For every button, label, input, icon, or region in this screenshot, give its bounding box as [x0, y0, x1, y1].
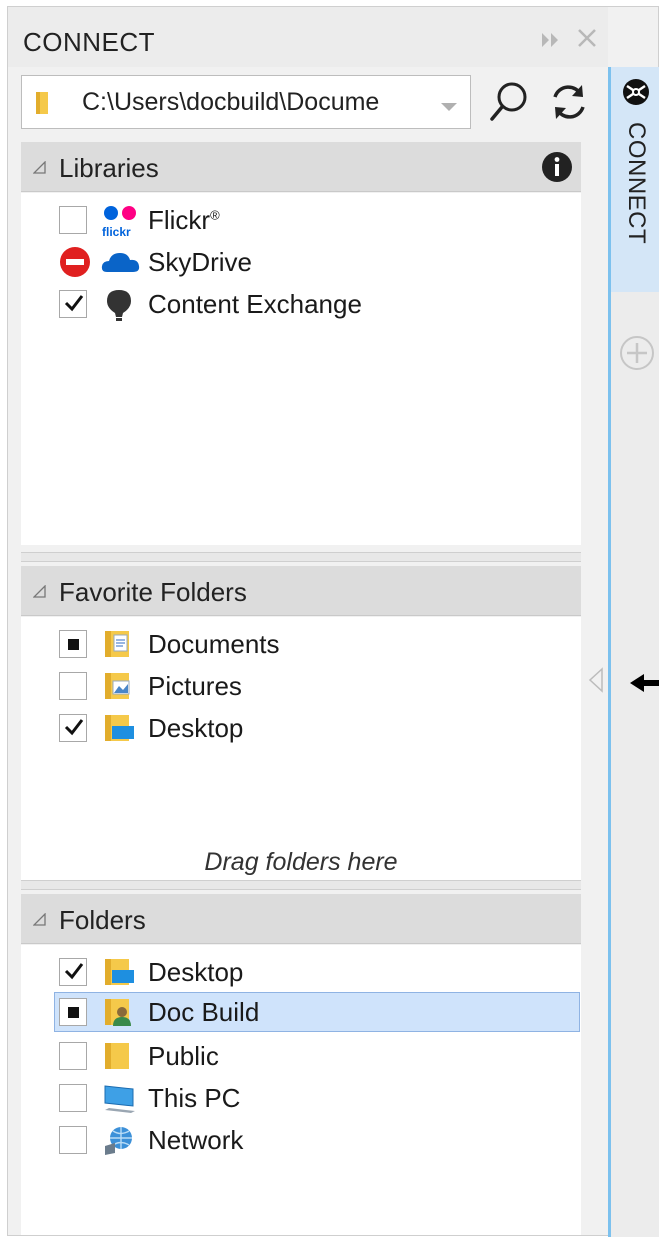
collapse-triangle-icon[interactable]	[32, 584, 47, 604]
skydrive-cloud-icon	[101, 246, 140, 278]
folder-item-public[interactable]: Public	[21, 1036, 581, 1076]
folder-checkbox[interactable]	[59, 714, 87, 742]
folder-checkbox[interactable]	[59, 1126, 87, 1154]
user-folder-icon	[101, 996, 137, 1028]
computer-icon	[101, 1082, 137, 1114]
folder-checkbox[interactable]	[59, 1084, 87, 1112]
library-label: SkyDrive	[148, 247, 253, 277]
refresh-button[interactable]	[546, 79, 592, 125]
library-checkbox[interactable]	[59, 206, 87, 234]
flickr-icon: flickr	[101, 204, 137, 239]
favorite-folders-header[interactable]: Favorite Folders	[21, 566, 581, 616]
folders-title: Folders	[59, 905, 146, 935]
collapse-panel-arrow-icon[interactable]	[588, 667, 604, 698]
folder-label: Public	[148, 1041, 219, 1071]
folder-item-network[interactable]: Network	[21, 1120, 581, 1160]
section-splitter[interactable]	[21, 880, 581, 890]
checkmark-icon	[63, 960, 85, 987]
favorite-item-documents[interactable]: Documents	[21, 624, 581, 664]
tab-connect[interactable]: CONNECT	[611, 67, 659, 292]
section-splitter[interactable]	[21, 552, 581, 562]
partial-check-icon	[68, 639, 79, 650]
library-item-skydrive[interactable]: SkyDrive	[21, 242, 581, 282]
library-label: Flickr®	[148, 205, 220, 235]
folder-item-this-pc[interactable]: This PC	[21, 1078, 581, 1118]
close-icon[interactable]	[576, 27, 598, 53]
folder-checkbox[interactable]	[59, 672, 87, 700]
folder-icon	[101, 1040, 137, 1072]
folder-label: Doc Build	[148, 997, 260, 1027]
libraries-list: flickr Flickr® SkyDrive Content Exchange	[21, 193, 581, 545]
desktop-folder-icon	[101, 956, 137, 988]
title-buttons	[528, 27, 608, 57]
pictures-folder-icon	[101, 670, 137, 702]
folder-icon	[34, 89, 56, 122]
partial-check-icon	[68, 1007, 79, 1018]
collapse-triangle-icon[interactable]	[32, 160, 47, 180]
folder-checkbox[interactable]	[59, 1042, 87, 1070]
content-exchange-bulb-icon	[101, 288, 137, 321]
library-item-content-exchange[interactable]: Content Exchange	[21, 284, 581, 324]
libraries-header[interactable]: Libraries	[21, 142, 581, 192]
checkmark-icon	[63, 716, 85, 743]
panel-title-bar: CONNECT	[8, 7, 608, 67]
folders-tree: Desktop Doc Build Public This PC Network	[21, 945, 581, 1235]
favorite-item-pictures[interactable]: Pictures	[21, 666, 581, 706]
path-combobox[interactable]: C:\Users\docbuild\Documе	[21, 75, 471, 129]
checkmark-icon	[63, 292, 85, 319]
desktop-folder-icon	[101, 712, 137, 744]
library-label: Content Exchange	[148, 289, 362, 319]
collapse-triangle-icon[interactable]	[32, 912, 47, 932]
docker-tab-strip: CONNECT	[608, 67, 659, 1237]
folder-item-desktop[interactable]: Desktop	[21, 952, 581, 992]
library-checkbox[interactable]	[59, 290, 87, 318]
folder-label: Desktop	[148, 957, 244, 987]
drag-folders-hint: Drag folders here	[204, 848, 398, 876]
documents-folder-icon	[101, 628, 137, 660]
refresh-icon	[553, 85, 585, 119]
favorite-item-desktop[interactable]: Desktop	[21, 708, 581, 748]
folder-checkbox[interactable]	[59, 998, 87, 1026]
svg-text:flickr: flickr	[102, 225, 131, 238]
folder-label: Documents	[148, 629, 280, 659]
blocked-icon	[59, 246, 91, 283]
network-icon	[101, 1124, 137, 1156]
search-button[interactable]	[486, 79, 532, 125]
folder-label: Pictures	[148, 671, 242, 701]
favorite-folders-title: Favorite Folders	[59, 577, 247, 607]
search-icon	[490, 82, 527, 121]
panel-title: CONNECT	[23, 27, 156, 57]
path-value[interactable]: C:\Users\docbuild\Documе	[82, 88, 432, 117]
favorite-folders-list: Documents Pictures Desktop Drag folders …	[21, 617, 581, 882]
folder-checkbox[interactable]	[59, 630, 87, 658]
folder-label: Desktop	[148, 713, 244, 743]
folder-item-doc-build[interactable]: Doc Build	[54, 992, 580, 1032]
folder-checkbox[interactable]	[59, 958, 87, 986]
libraries-title: Libraries	[59, 153, 159, 183]
info-icon[interactable]	[541, 151, 573, 188]
library-item-flickr[interactable]: flickr Flickr®	[21, 200, 581, 240]
connect-globe-icon	[621, 77, 651, 112]
connect-docker: CONNECT C:\Users\docbuild\Documе Librari…	[7, 6, 659, 1237]
add-docker-plus-icon[interactable]	[619, 335, 655, 376]
chevron-down-icon[interactable]	[440, 99, 458, 117]
expand-icon[interactable]	[540, 31, 562, 54]
arrow-left-icon	[628, 668, 659, 703]
folders-header[interactable]: Folders	[21, 894, 581, 944]
tab-connect-label: CONNECT	[623, 122, 650, 245]
folder-label: Network	[148, 1125, 244, 1155]
folder-label: This PC	[148, 1083, 241, 1113]
